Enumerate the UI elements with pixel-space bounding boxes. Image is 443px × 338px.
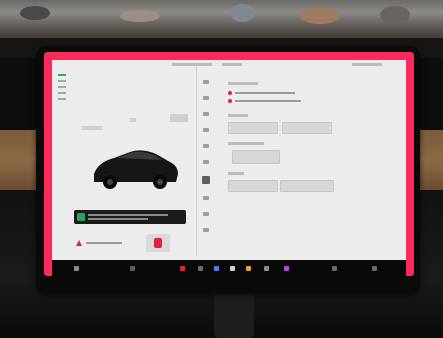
- nav-item[interactable]: [203, 160, 209, 164]
- car-icon: [94, 150, 178, 189]
- option-text: [235, 91, 295, 94]
- option-button[interactable]: [232, 150, 280, 164]
- status-text: [172, 63, 212, 66]
- nav-item[interactable]: [203, 96, 209, 100]
- nav-item[interactable]: [203, 212, 209, 216]
- check-icon: [77, 213, 85, 221]
- nav-item[interactable]: [203, 196, 209, 200]
- volume-icon[interactable]: [332, 266, 337, 271]
- indicator-line: [58, 98, 66, 100]
- option-button[interactable]: [280, 180, 334, 192]
- seat-icon[interactable]: [144, 232, 172, 254]
- car-notification[interactable]: [74, 210, 186, 224]
- taskbar: [52, 260, 406, 276]
- section-heading: [228, 114, 248, 117]
- background-blob: [380, 6, 410, 24]
- status-text: [352, 63, 382, 66]
- indicator-line: [58, 92, 66, 94]
- alert-row[interactable]: [76, 240, 136, 248]
- notification-text: [88, 218, 148, 220]
- indicator-line: [58, 86, 66, 88]
- nav-item-active[interactable]: [202, 176, 210, 184]
- settings-pane: [222, 80, 402, 260]
- option-button[interactable]: [282, 122, 332, 134]
- nav-item[interactable]: [203, 80, 209, 84]
- background-blob: [230, 4, 255, 22]
- trunk-label[interactable]: [170, 114, 188, 122]
- section-heading: [228, 82, 258, 85]
- warning-triangle-icon: [76, 240, 82, 246]
- alert-text: [86, 242, 123, 244]
- background-blob: [300, 8, 340, 24]
- indicator-line: [58, 80, 66, 82]
- option-row[interactable]: [228, 90, 295, 95]
- radio-icon: [228, 90, 232, 95]
- left-indicator-column: [58, 70, 68, 130]
- app-icon[interactable]: [180, 266, 185, 271]
- section-heading: [228, 142, 264, 145]
- car-button-icon[interactable]: [74, 266, 79, 271]
- climate-icon[interactable]: [130, 266, 135, 271]
- settings-side-nav[interactable]: [198, 80, 214, 250]
- nav-item[interactable]: [203, 128, 209, 132]
- app-icon[interactable]: [284, 266, 289, 271]
- windshield-view: [0, 0, 443, 40]
- indicator-line: [58, 74, 66, 76]
- app-icon[interactable]: [198, 266, 203, 271]
- background-blob: [20, 6, 50, 20]
- option-button[interactable]: [228, 180, 278, 192]
- app-icon[interactable]: [230, 266, 235, 271]
- status-bar: [52, 60, 406, 70]
- app-icon[interactable]: [372, 266, 377, 271]
- panel-divider: [196, 66, 197, 256]
- app-icon[interactable]: [264, 266, 269, 271]
- background-blob: [120, 10, 160, 22]
- section-heading: [228, 172, 244, 175]
- status-text: [222, 63, 242, 66]
- car-viewer[interactable]: [70, 84, 190, 214]
- app-icon[interactable]: [214, 266, 219, 271]
- option-button[interactable]: [228, 122, 278, 134]
- lock-label[interactable]: [130, 118, 136, 122]
- nav-item[interactable]: [203, 228, 209, 232]
- frunk-label[interactable]: [82, 126, 102, 130]
- notification-text: [88, 214, 168, 216]
- nav-item[interactable]: [203, 112, 209, 116]
- option-text: [235, 99, 301, 102]
- nav-item[interactable]: [203, 144, 209, 148]
- option-row[interactable]: [228, 98, 301, 103]
- radio-icon: [228, 98, 232, 103]
- app-icon[interactable]: [246, 266, 251, 271]
